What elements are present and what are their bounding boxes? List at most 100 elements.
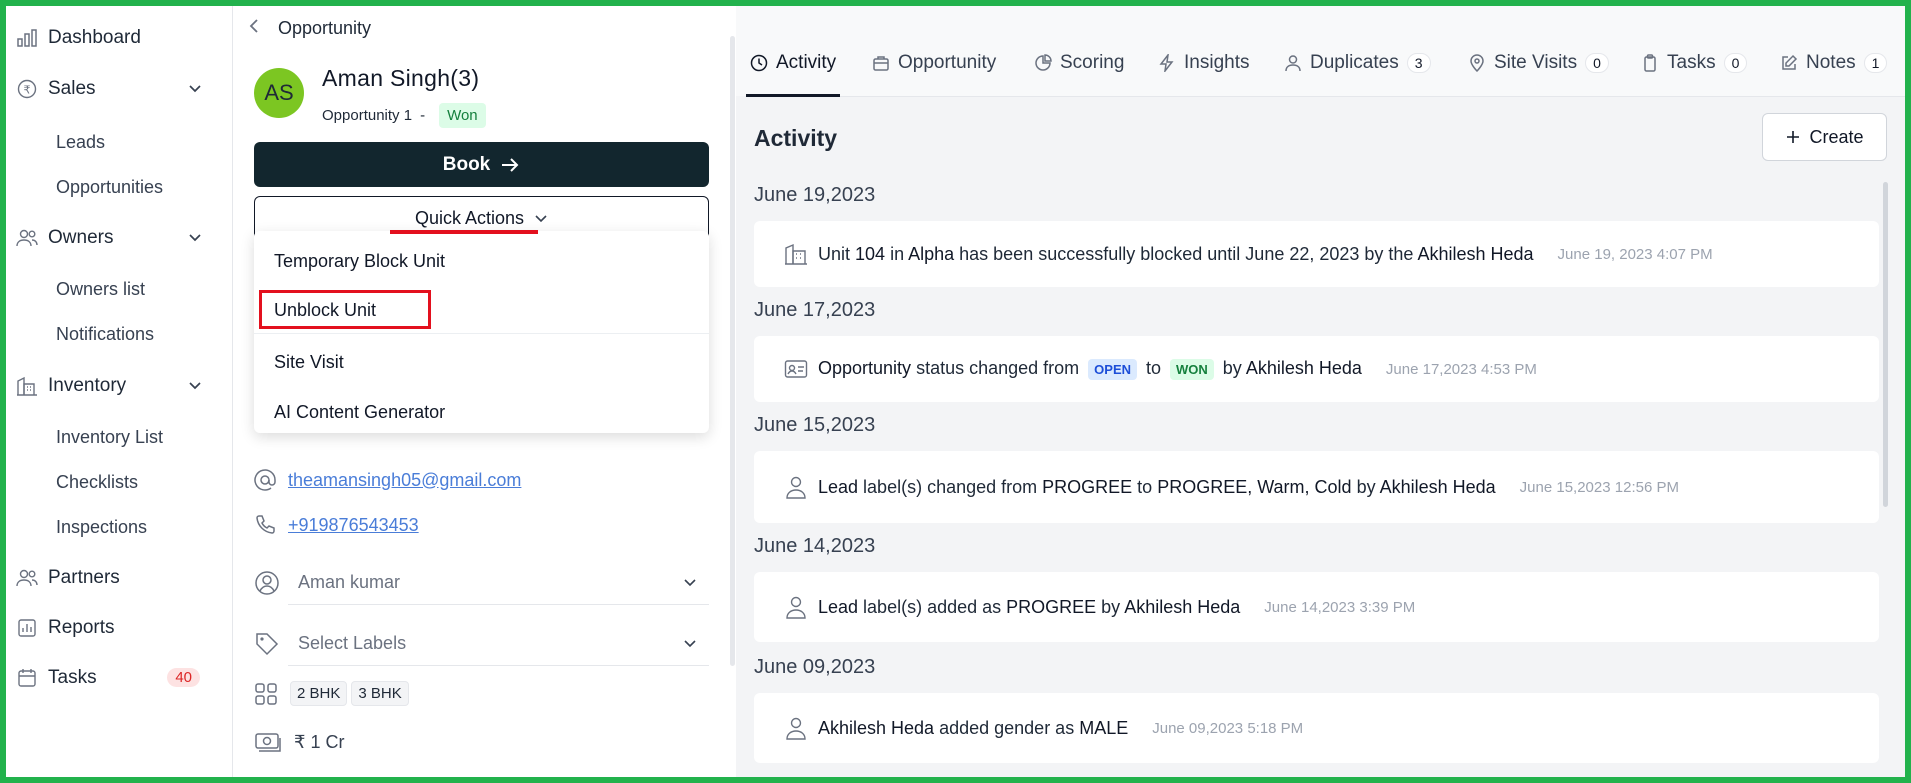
tab-tasks[interactable]: Tasks 0 <box>1641 52 1748 74</box>
actor-name: Akhilesh Heda <box>1124 596 1241 617</box>
quick-actions-label: Quick Actions <box>414 207 525 228</box>
briefcase-icon <box>873 56 889 71</box>
unit-number: 104 <box>855 243 886 264</box>
activity-card: Unit 104 in Alpha has been successfully … <box>754 221 1879 287</box>
back-chevron-icon[interactable] <box>248 18 260 39</box>
sidebar-item-owners-list[interactable]: Owners list <box>56 279 145 300</box>
activity-card: Lead label(s) added as PROGREE by Akhile… <box>754 572 1879 642</box>
labels-row: Select Labels <box>254 622 709 666</box>
chevron-down-icon <box>188 79 202 101</box>
panel-scrollbar[interactable] <box>730 36 735 666</box>
phone-link[interactable]: +919876543453 <box>288 515 419 536</box>
sidebar-item-inventory[interactable]: Inventory <box>16 371 216 401</box>
assignee-select[interactable]: Aman kumar <box>288 561 709 605</box>
actor-name: Akhilesh Heda <box>1417 243 1534 264</box>
app-frame: Dashboard ₹ Sales Leads Opportunities Ow… <box>0 0 1911 783</box>
user-icon <box>786 596 806 619</box>
activity-timestamp: June 15,2023 12:56 PM <box>1519 478 1679 496</box>
activity-date: June 14,2023 <box>754 535 876 557</box>
tab-duplicates[interactable]: Duplicates 3 <box>1284 52 1431 74</box>
sidebar-item-label: Partners <box>48 567 120 588</box>
activity-text: added gender as <box>934 717 1080 738</box>
budget-row: ₹ 1 Cr <box>254 731 344 753</box>
sidebar-item-inspections[interactable]: Inspections <box>56 517 147 538</box>
tab-opportunity[interactable]: Opportunity <box>872 52 996 74</box>
clipboard-icon <box>1644 54 1656 72</box>
chevron-down-icon <box>683 634 697 655</box>
activity-text: status changed from <box>911 358 1085 378</box>
sidebar-item-partners[interactable]: Partners <box>16 563 216 593</box>
activity-title: Activity <box>754 125 838 151</box>
activity-text: by <box>1096 596 1125 617</box>
activity-scrollbar[interactable] <box>1883 182 1888 507</box>
activity-date: June 17,2023 <box>754 299 876 321</box>
svg-text:₹: ₹ <box>24 84 31 97</box>
lead-detail-panel: Opportunity AS Aman Singh(3) Opportunity… <box>234 6 736 777</box>
partners-icon <box>16 567 38 589</box>
sidebar-item-sales[interactable]: ₹ Sales <box>16 74 216 104</box>
labels-placeholder: Select Labels <box>298 633 407 653</box>
menu-item-temporary-block-unit[interactable]: Temporary Block Unit <box>254 251 709 272</box>
sidebar-item-inventory-list[interactable]: Inventory List <box>56 427 163 448</box>
lead-name: Aman Singh(3) <box>322 65 480 91</box>
grid-icon <box>255 682 277 705</box>
tab-scoring[interactable]: Scoring <box>1034 52 1124 74</box>
label-value: PROGREE <box>1042 476 1133 497</box>
entity-name: Lead <box>818 476 859 497</box>
building-icon <box>785 243 807 265</box>
sidebar-item-tasks[interactable]: Tasks 40 <box>16 663 216 693</box>
actor-name: Akhilesh Heda <box>1245 358 1362 378</box>
sidebar-item-reports[interactable]: Reports <box>16 613 216 643</box>
activity-text: in <box>885 243 909 264</box>
tab-count-badge: 3 <box>1406 53 1431 73</box>
user-circle-icon <box>255 571 279 595</box>
budget-value: ₹ 1 Cr <box>294 731 345 752</box>
menu-item-ai-content-generator[interactable]: AI Content Generator <box>254 402 709 423</box>
actor-name: Akhilesh Heda <box>818 717 935 738</box>
assignee-value: Aman kumar <box>298 572 401 592</box>
tab-site-visits[interactable]: Site Visits 0 <box>1468 52 1609 74</box>
tab-label: Duplicates <box>1310 52 1399 73</box>
sidebar-item-dashboard[interactable]: Dashboard <box>16 23 216 53</box>
sidebar-item-owners[interactable]: Owners <box>16 223 216 253</box>
tab-label: Tasks <box>1667 52 1716 73</box>
configuration-row: 2 BHK 3 BHK <box>254 681 413 706</box>
book-button[interactable]: Book <box>254 142 709 187</box>
activity-text: Unit <box>818 243 856 264</box>
id-card-icon <box>784 360 808 378</box>
phone-icon <box>256 515 275 534</box>
activity-card: Lead label(s) changed from PROGREE to PR… <box>754 451 1879 523</box>
activity-timestamp: June 19, 2023 4:07 PM <box>1557 245 1713 263</box>
tab-notes[interactable]: Notes 1 <box>1780 52 1888 74</box>
cash-icon <box>255 733 281 752</box>
menu-item-site-visit[interactable]: Site Visit <box>254 352 709 373</box>
sidebar-item-checklists[interactable]: Checklists <box>56 472 138 493</box>
email-link[interactable]: theamansingh05@gmail.com <box>288 470 521 491</box>
create-button[interactable]: Create <box>1762 113 1887 161</box>
sidebar-item-opportunities[interactable]: Opportunities <box>56 177 163 198</box>
opportunity-label: Opportunity 1 <box>322 107 413 124</box>
labels-select[interactable]: Select Labels <box>288 622 709 666</box>
user-icon <box>1285 55 1301 72</box>
sidebar-item-label: Inventory <box>48 375 127 396</box>
activity-card: Akhilesh Heda added gender as MALE June … <box>754 693 1879 763</box>
chevron-down-icon <box>188 228 202 250</box>
activity-text: label(s) added as <box>858 596 1007 617</box>
sidebar-item-notifications[interactable]: Notifications <box>56 324 154 345</box>
tab-activity[interactable]: Activity <box>750 52 836 74</box>
tab-count-badge: 0 <box>1585 53 1609 73</box>
phone-row: +919876543453 <box>254 514 419 536</box>
sidebar: Dashboard ₹ Sales Leads Opportunities Ow… <box>6 6 233 777</box>
entity-name: Lead <box>818 596 859 617</box>
chevron-down-icon <box>535 215 547 223</box>
book-button-label: Book <box>442 153 491 175</box>
activity-panel: Activity Opportunity Scoring Insights Du… <box>736 6 1905 777</box>
activity-timestamp: June 09,2023 5:18 PM <box>1152 719 1304 737</box>
opportunity-line: Opportunity 1 - Won <box>322 103 486 128</box>
rupee-icon: ₹ <box>16 78 38 100</box>
activity-text: to <box>1141 358 1167 378</box>
create-button-label: Create <box>1809 126 1864 147</box>
sidebar-item-leads[interactable]: Leads <box>56 132 105 153</box>
email-row: theamansingh05@gmail.com <box>254 469 521 491</box>
tab-insights[interactable]: Insights <box>1158 52 1249 74</box>
